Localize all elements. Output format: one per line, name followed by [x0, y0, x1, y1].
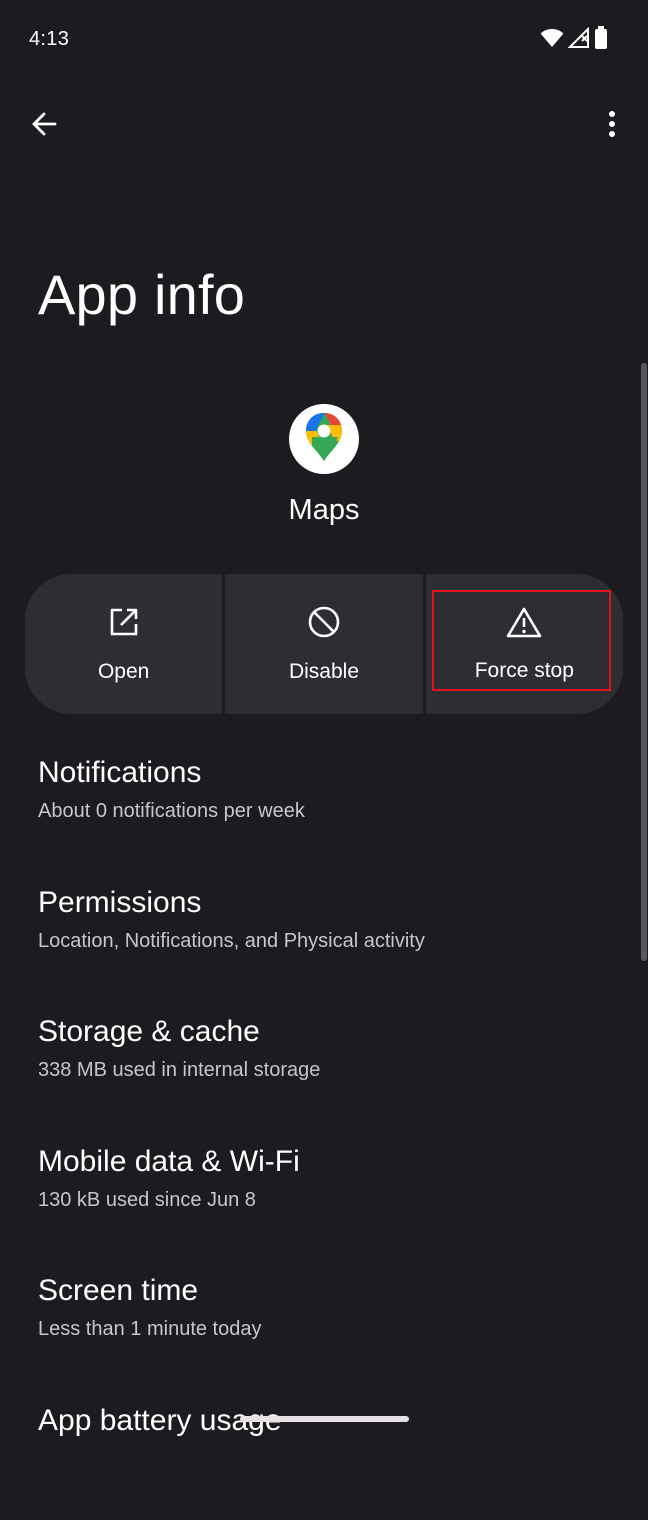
home-gesture-handle[interactable] [240, 1416, 409, 1422]
force-stop-highlight [432, 590, 611, 691]
settings-item-title: Storage & cache [38, 1015, 260, 1049]
wifi-icon [540, 27, 564, 54]
settings-item-title: Permissions [38, 885, 202, 919]
google-maps-icon [304, 411, 344, 468]
settings-item-battery[interactable]: App battery usage [0, 1390, 640, 1520]
settings-item-title: Screen time [38, 1274, 199, 1308]
disable-button[interactable]: Disable [225, 574, 423, 714]
arrow-back-icon [30, 110, 58, 143]
disable-label: Disable [288, 659, 360, 683]
status-icons [540, 25, 608, 55]
open-external-icon [107, 605, 141, 644]
battery-icon [594, 25, 608, 55]
settings-item-title: Notifications [38, 756, 202, 789]
status-bar: 4:13 [0, 0, 648, 80]
open-button[interactable]: Open [25, 574, 223, 714]
app-icon [289, 404, 359, 474]
top-app-bar [0, 95, 648, 157]
settings-item-subtitle: About 0 notifications per week [38, 800, 305, 822]
more-options-button[interactable] [588, 102, 636, 150]
app-name: Maps [288, 494, 360, 526]
settings-item-subtitle: Less than 1 minute today [38, 1318, 262, 1341]
more-vert-icon [608, 110, 616, 143]
settings-item-title: Mobile data & Wi-Fi [38, 1144, 300, 1178]
open-label: Open [97, 659, 150, 683]
settings-item-subtitle: 338 MB used in internal storage [38, 1059, 321, 1082]
back-button[interactable] [20, 102, 68, 150]
cellular-signal-icon [567, 26, 590, 54]
status-time: 4:13 [29, 28, 70, 50]
settings-item-mobile-data[interactable]: Mobile data & Wi-Fi 130 kB used since Ju… [0, 1131, 640, 1261]
page-title: App info [38, 263, 246, 326]
settings-item-storage[interactable]: Storage & cache 338 MB used in internal … [0, 1001, 640, 1131]
disable-icon [307, 605, 341, 644]
settings-item-subtitle: 130 kB used since Jun 8 [38, 1188, 256, 1211]
scrollbar[interactable] [641, 363, 647, 961]
settings-item-notifications[interactable]: Notifications About 0 notifications per … [0, 742, 640, 872]
settings-item-permissions[interactable]: Permissions Location, Notifications, and… [0, 872, 640, 1002]
settings-item-screen-time[interactable]: Screen time Less than 1 minute today [0, 1260, 640, 1390]
settings-list: Notifications About 0 notifications per … [0, 742, 640, 1520]
settings-item-subtitle: Location, Notifications, and Physical ac… [38, 929, 425, 952]
